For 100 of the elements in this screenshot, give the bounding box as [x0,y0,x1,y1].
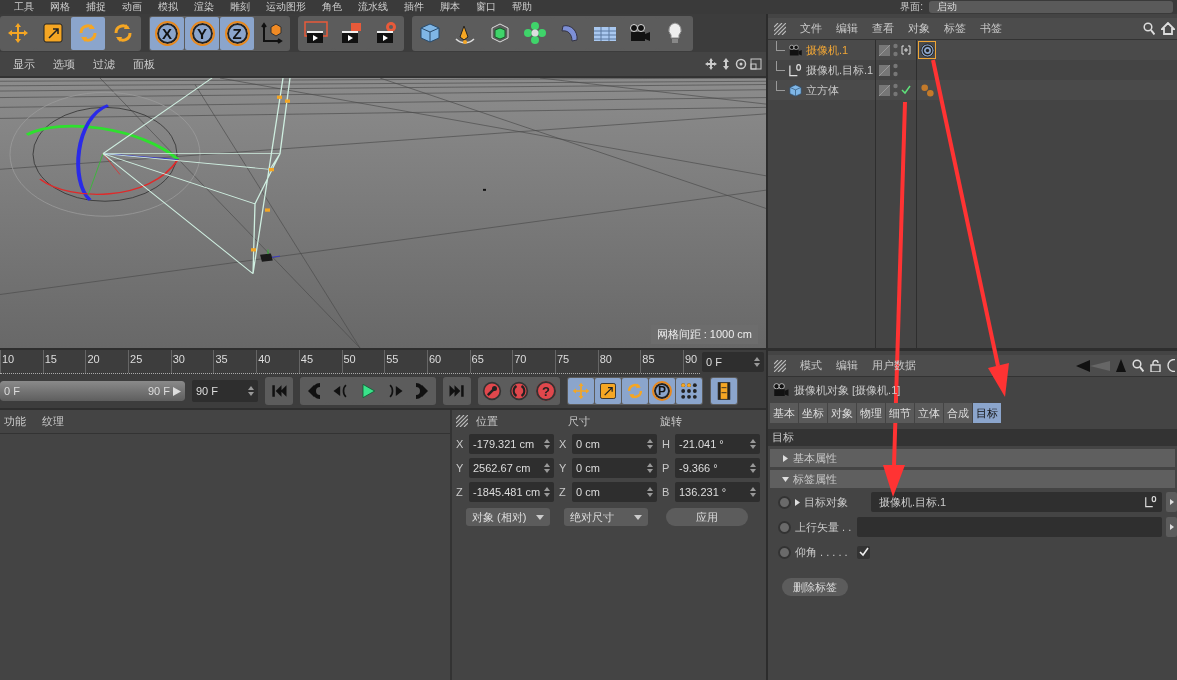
menu-item[interactable]: 纹理 [42,414,64,429]
menu-item[interactable]: 显示 [13,56,35,72]
value-field[interactable]: -9.366 ° [675,458,760,478]
menu-item[interactable]: 过滤 [93,56,115,72]
axis-lock-button[interactable]: Z [220,16,254,50]
up-arrow-icon [1116,359,1126,372]
rotate-button[interactable] [71,16,105,50]
tab[interactable]: 合成 [944,403,972,423]
cube-object-drawing [260,249,281,262]
group-header[interactable]: 基本属性 [770,449,1175,467]
value-field[interactable]: 2562.67 cm [469,458,554,478]
menu-item[interactable]: 功能 [4,414,26,429]
menu-item[interactable]: 标签 [944,21,966,36]
value-field[interactable]: 0 cm [572,458,657,478]
caret-icon [536,514,544,520]
menu-item[interactable]: 面板 [133,56,155,72]
tab[interactable]: 目标 [973,403,1001,423]
tab[interactable]: 坐标 [799,403,827,423]
cube-icon [788,82,803,98]
axis-label: Z [456,486,464,498]
object-name[interactable]: 摄像机.目标.1 [806,62,874,78]
current-frame-field[interactable]: 0 F [702,352,764,372]
value-field[interactable]: -21.041 ° [675,434,760,454]
value-field[interactable]: -1845.481 cm [469,482,554,502]
orbit-icon [735,58,747,70]
field-label: 目标对象 [804,494,848,510]
spinner-arrows-icon [750,439,756,449]
menu-item[interactable]: 工具 [14,1,34,13]
back-arrow-icon [1076,359,1110,372]
search-icon [1143,22,1155,35]
menu-item[interactable]: 捕捉 [86,1,106,13]
frame-tick-label: 20 [85,350,129,373]
menu-item[interactable]: 动画 [122,1,142,13]
menu-item[interactable]: 选项 [53,56,75,72]
menu-item[interactable]: 网格 [50,1,70,13]
link-menu-button[interactable] [1166,517,1177,537]
tab[interactable]: 细节 [886,403,914,423]
menu-item[interactable]: 对象 [908,21,930,36]
menu-item[interactable]: 查看 [872,21,894,36]
scale-button[interactable] [595,378,621,404]
menu-item[interactable]: 模式 [800,358,822,373]
link-menu-button[interactable] [1166,492,1177,512]
zoom-arrows-icon [720,58,732,70]
menu-item[interactable]: 文件 [800,21,822,36]
keyframe-circle-icon[interactable] [778,495,791,509]
menu-item[interactable]: 雕刻 [230,1,250,13]
menu-item[interactable]: 插件 [404,1,424,13]
rotate-icon [625,381,645,401]
clapper-gear-icon [374,21,398,45]
keyframe-circle-icon[interactable] [778,520,791,534]
menu-item[interactable]: 脚本 [440,1,460,13]
points-button[interactable] [676,378,702,404]
menu-item[interactable]: 角色 [322,1,342,13]
link-field[interactable]: 摄像机.目标.1 [871,492,1162,512]
menu-item[interactable]: 模拟 [158,1,178,13]
menu-item[interactable]: 运动图形 [266,1,306,13]
record-key-icon [482,381,502,401]
tab[interactable]: 对象 [828,403,856,423]
small-arrow-icon [1169,499,1174,505]
target-icon [1167,359,1175,372]
group-header[interactable]: 标签属性 [770,470,1175,488]
mode-dropdown[interactable]: 对象 (相对) [466,508,550,526]
bracket-icon [901,45,911,55]
tab[interactable]: 基本 [770,403,798,423]
menu-item[interactable]: 渲染 [194,1,214,13]
apply-button[interactable]: 应用 [666,508,748,526]
menu-item[interactable]: 编辑 [836,21,858,36]
mode-dropdown[interactable]: 绝对尺寸 [564,508,648,526]
tab[interactable]: 物理 [857,403,885,423]
dot-grid-icon [679,381,699,401]
param-button[interactable]: P [649,378,675,404]
tag-slot[interactable] [918,41,936,59]
tab[interactable]: 立体 [915,403,943,423]
keyframe-circle-icon[interactable] [778,545,791,559]
object-name[interactable]: 立方体 [806,82,839,98]
menu-item[interactable]: 流水线 [358,1,388,13]
value-field[interactable]: 136.231 ° [675,482,760,502]
cube-icon [418,21,442,45]
layout-dropdown[interactable]: 启动 [929,1,1173,13]
spinner-arrows-icon [750,487,756,497]
menu-item[interactable]: 帮助 [512,1,532,13]
delete-tag-button[interactable]: 删除标签 [782,578,848,596]
section-header: 目标 [768,429,1177,446]
axis-lock-button[interactable]: X [150,16,184,50]
keyhelp-button[interactable]: ? [533,378,559,404]
value-field[interactable]: 0 cm [572,434,657,454]
value-field[interactable]: 0 cm [572,482,657,502]
menu-item[interactable]: 窗口 [476,1,496,13]
menu-item[interactable]: 编辑 [836,358,858,373]
menu-item[interactable]: 书签 [980,21,1002,36]
value-field[interactable]: -179.321 cm [469,434,554,454]
axis-lock-button[interactable]: Y [185,16,219,50]
object-name[interactable]: 摄像机.1 [806,42,849,58]
visibility-dots-icon [893,63,898,77]
frame-range-slider[interactable]: 0 F 90 F [0,381,185,401]
end-frame-field[interactable]: 90 F [192,380,258,402]
scale-icon [598,381,618,401]
checkbox[interactable] [857,545,870,559]
film-button[interactable] [711,378,737,404]
axis-label: Y [456,462,465,474]
